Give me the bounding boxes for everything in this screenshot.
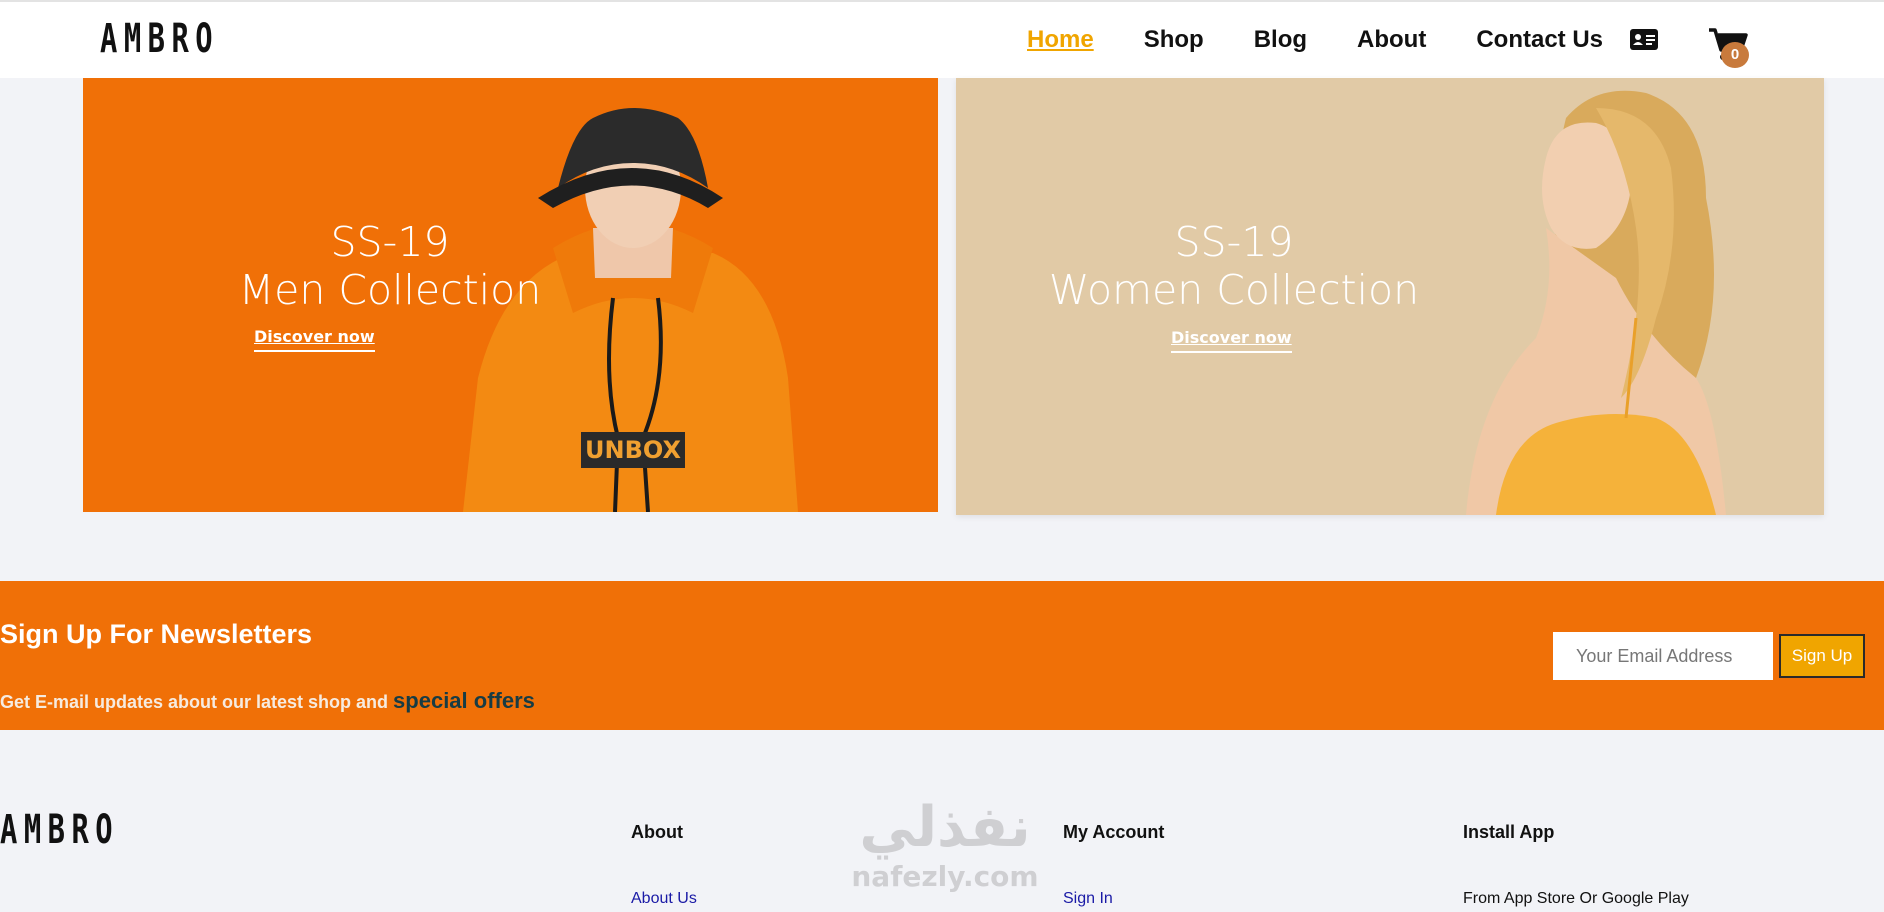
men-discover-link[interactable]: Discover now (254, 327, 375, 352)
women-banner-heading: SS-19 Women Collection (1044, 218, 1424, 314)
footer-install-text: From App Store Or Google Play (1463, 890, 1689, 907)
newsletter-description: Get E-mail updates about our latest shop… (0, 688, 535, 714)
watermark-arabic: نفذلي (859, 795, 1031, 860)
site-header: AMBRO Home Shop Blog About Contact Us 0 (0, 0, 1884, 78)
cart-count-badge: 0 (1721, 42, 1749, 68)
email-input[interactable] (1553, 632, 1773, 680)
footer-install-title: Install App (1463, 822, 1555, 842)
sign-up-button[interactable]: Sign Up (1779, 634, 1865, 678)
men-collection-banner[interactable]: UNBOX SS-19 Men Collection Discover now (83, 78, 938, 512)
women-banner-title: Women Collection (1048, 266, 1420, 314)
men-banner-heading: SS-19 Men Collection (200, 218, 580, 314)
main-nav: Home Shop Blog About Contact Us (1027, 26, 1653, 54)
women-discover-link[interactable]: Discover now (1171, 328, 1292, 353)
men-banner-season: SS-19 (330, 218, 450, 266)
nav-about[interactable]: About (1357, 26, 1426, 54)
men-banner-title: Men Collection (238, 266, 542, 314)
nav-home[interactable]: Home (1027, 26, 1094, 54)
newsletter-highlight: special offers (393, 688, 535, 713)
footer-account-title: My Account (1063, 822, 1165, 842)
footer-sign-in-link[interactable]: Sign In (1063, 890, 1113, 908)
newsletter-title: Sign Up For Newsletters (0, 619, 313, 649)
footer-about-title: About (631, 822, 683, 842)
svg-text:UNBOX: UNBOX (585, 436, 681, 464)
nav-blog[interactable]: Blog (1254, 26, 1307, 54)
site-logo[interactable]: AMBRO (100, 16, 219, 62)
nav-shop[interactable]: Shop (1144, 26, 1204, 54)
nav-contact-us[interactable]: Contact Us (1476, 26, 1603, 54)
footer-about-us-link[interactable]: About Us (631, 890, 697, 908)
watermark: نفذلي nafezly.com (830, 796, 1060, 894)
site-footer: AMBRO نفذلي nafezly.com About About Us M… (0, 730, 1884, 912)
women-banner-season: SS-19 (1174, 218, 1294, 266)
women-collection-banner[interactable]: SS-19 Women Collection Discover now (956, 78, 1824, 515)
watermark-latin: nafezly.com (851, 860, 1039, 893)
footer-logo[interactable]: AMBRO (0, 807, 119, 853)
contact-card-icon[interactable] (1630, 29, 1658, 50)
newsletter-section: Sign Up For Newsletters Get E-mail updat… (0, 581, 1884, 730)
newsletter-text: Get E-mail updates about our latest shop… (0, 692, 394, 712)
women-model-image (1466, 90, 1726, 515)
